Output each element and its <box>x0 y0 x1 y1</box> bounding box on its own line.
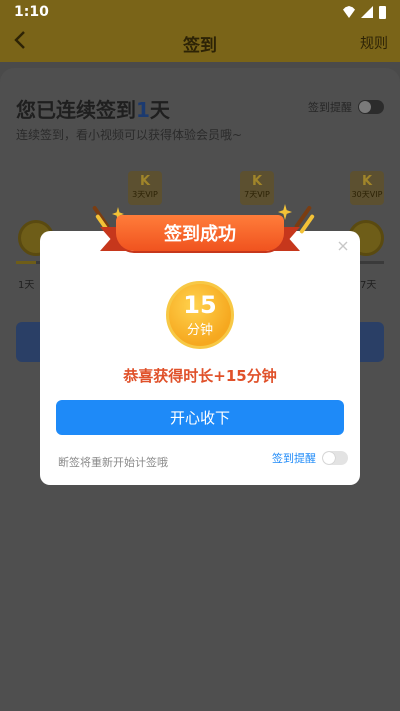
vip-badge-7day: K 7天VIP <box>240 171 274 205</box>
medal-value: 15 <box>183 290 217 319</box>
success-ribbon: 签到成功 <box>100 205 300 269</box>
vip-logo-icon: K <box>139 174 151 189</box>
checkin-progress-fill <box>16 261 36 264</box>
wifi-icon <box>343 6 355 18</box>
app-header: 签到 规则 <box>0 24 400 62</box>
close-icon <box>338 241 348 251</box>
ribbon-title: 签到成功 <box>116 215 284 251</box>
streak-break-note: 断签将重新开始计签哦 <box>58 456 168 469</box>
vip-logo-icon: K <box>251 174 263 189</box>
back-button[interactable] <box>14 30 26 56</box>
battery-icon <box>379 5 386 19</box>
vip-badge-tag: 7天VIP <box>244 190 270 199</box>
page-reminder-toggle[interactable] <box>358 100 384 114</box>
vip-badge-tag: 3天VIP <box>132 190 158 199</box>
vip-logo-icon: K <box>361 174 373 189</box>
vip-badge-3day: K 3天VIP <box>128 171 162 205</box>
page-subtitle: 连续签到，看小视频可以获得体验会员哦~ <box>16 128 243 142</box>
dialog-reminder[interactable]: 签到提醒 <box>272 450 348 466</box>
close-button[interactable] <box>338 239 348 255</box>
rules-link[interactable]: 规则 <box>360 33 388 53</box>
dialog-reminder-label: 签到提醒 <box>272 452 316 465</box>
streak-days: 1 <box>136 98 150 122</box>
page-reminder[interactable]: 签到提醒 <box>308 99 384 115</box>
streak-prefix: 您已连续签到 <box>16 98 136 122</box>
chevron-left-icon <box>14 31 25 49</box>
vip-badge-30day: K 30天VIP <box>350 171 384 205</box>
congrats-text: 恭喜获得时长+15分钟 <box>123 367 277 385</box>
streak-suffix: 天 <box>149 98 170 122</box>
page-title: 签到 <box>183 35 217 56</box>
accept-reward-button[interactable]: 开心收下 <box>56 400 344 435</box>
reward-medal: 15 分钟 <box>166 281 234 349</box>
vip-badge-tag: 30天VIP <box>351 190 383 199</box>
day-label-first: 1天 <box>18 280 35 291</box>
page-reminder-label: 签到提醒 <box>308 101 352 114</box>
signal-icon <box>361 6 373 18</box>
day-label-last: 7天 <box>360 280 377 291</box>
checkin-success-dialog <box>40 231 360 485</box>
status-bar: 1:10 <box>0 0 400 24</box>
streak-title: 您已连续签到1天 <box>16 94 170 123</box>
dialog-reminder-toggle[interactable] <box>322 451 348 465</box>
status-time: 1:10 <box>14 4 49 20</box>
status-icons <box>343 5 386 19</box>
medal-unit: 分钟 <box>186 322 213 338</box>
